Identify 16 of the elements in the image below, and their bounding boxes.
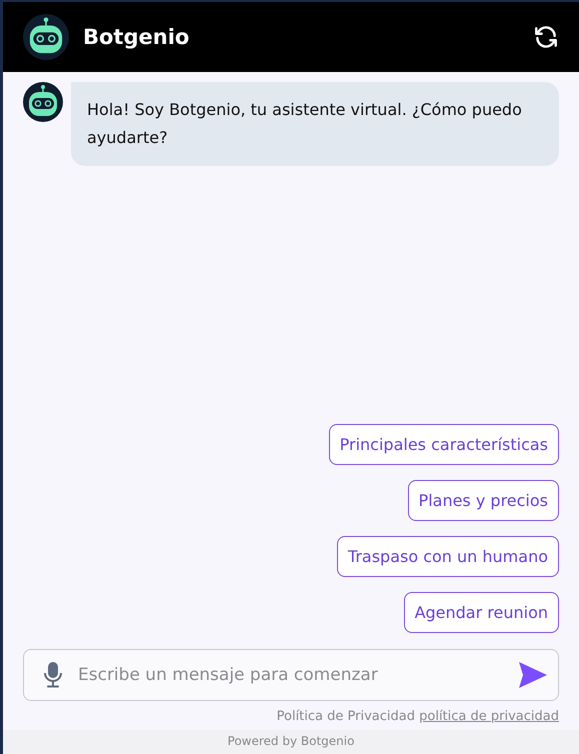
powered-by-text: Powered by Botgenio (228, 734, 354, 748)
bot-avatar-icon (23, 82, 63, 122)
send-icon[interactable] (518, 661, 548, 689)
chat-title: Botgenio (83, 25, 190, 49)
microphone-icon[interactable] (44, 662, 62, 688)
privacy-link[interactable]: política de privacidad (419, 709, 559, 724)
message-field[interactable]: Escribe un mensaje para comenzar (23, 649, 559, 701)
quick-reply-button[interactable]: Planes y precios (408, 480, 559, 521)
quick-reply-button[interactable]: Traspaso con un humano (336, 536, 559, 577)
refresh-icon[interactable] (533, 24, 559, 50)
quick-reply-button[interactable]: Principales características (328, 424, 559, 465)
bot-message: Hola! Soy Botgenio, tu asistente virtual. ¿Cómo puedo ayudarte? (71, 82, 559, 166)
message-input[interactable]: Escribe un mensaje para comenzar (76, 664, 504, 686)
quick-reply-button[interactable]: Agendar reunion (404, 592, 559, 633)
privacy-label: Política de Privacidad (276, 709, 415, 724)
robot-logo-icon (23, 14, 69, 60)
